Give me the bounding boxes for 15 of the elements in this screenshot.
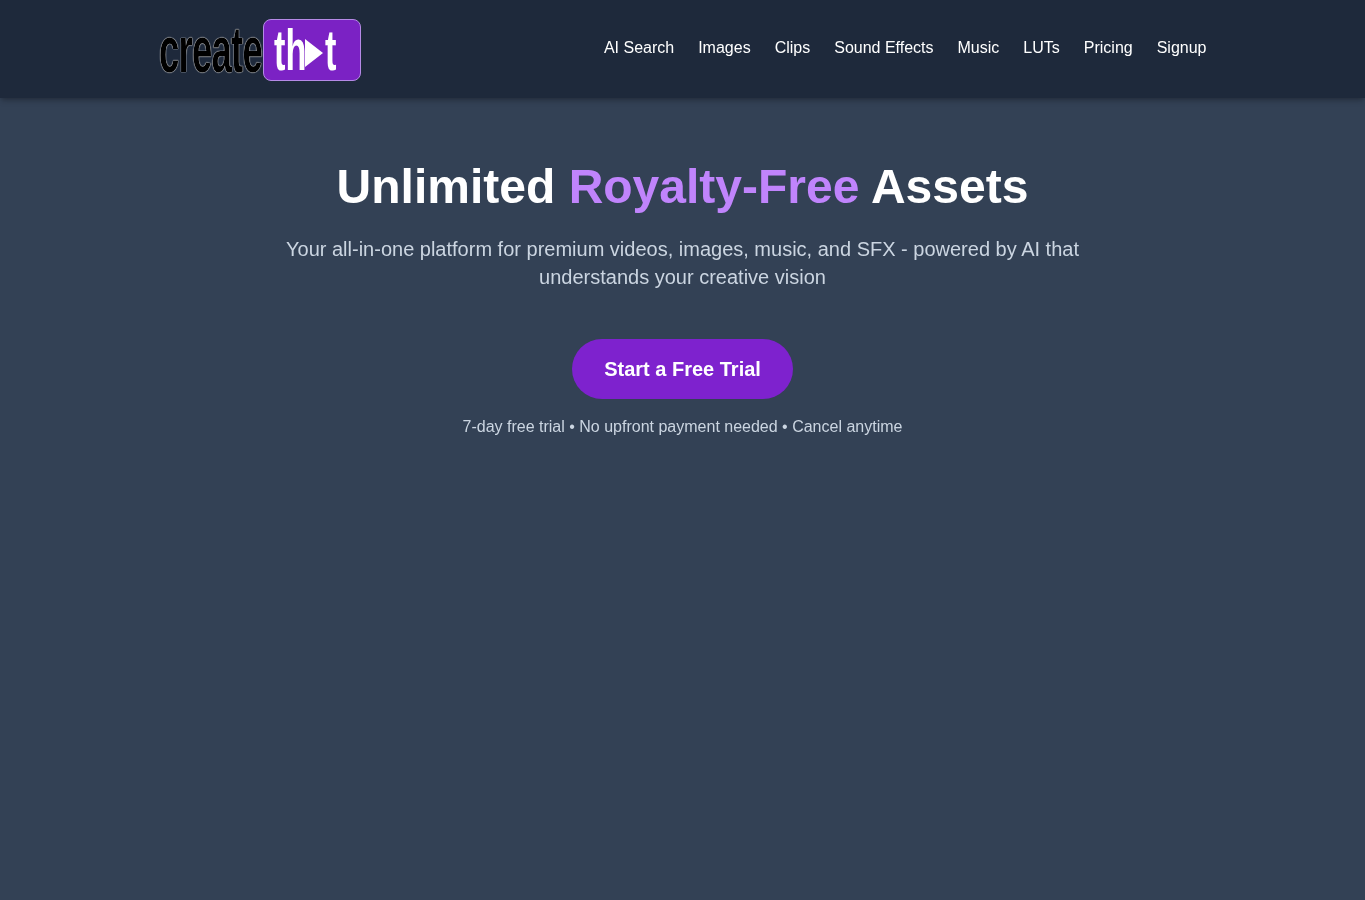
nav-link[interactable]: Signup [1156, 36, 1207, 60]
free-trial-button[interactable]: Start a Free Trial [572, 339, 793, 399]
nav-link[interactable]: AI Search [603, 36, 675, 60]
nav-link[interactable]: Pricing [1083, 36, 1133, 60]
nav-link[interactable]: Music [957, 36, 1000, 60]
play-icon [305, 38, 324, 67]
nav-link[interactable]: Images [698, 36, 751, 60]
logo-badge-text: t [325, 20, 337, 79]
hero-subtitle: Your all-in-one platform for premium videos, images, music, and SFX - powered by AI that understands your creative vision [285, 237, 1080, 290]
trial-note: 7-day free trial • No upfront payment needed • Cancel anytime [462, 417, 903, 437]
logo-badge-text: th [273, 20, 307, 79]
nav-link[interactable]: Clips [774, 36, 811, 60]
nav-link[interactable]: LUTs [1023, 36, 1060, 60]
hero-title: Unlimited Royalty-Free Assets [336, 163, 1029, 211]
nav-link[interactable]: Sound Effects [834, 36, 934, 60]
